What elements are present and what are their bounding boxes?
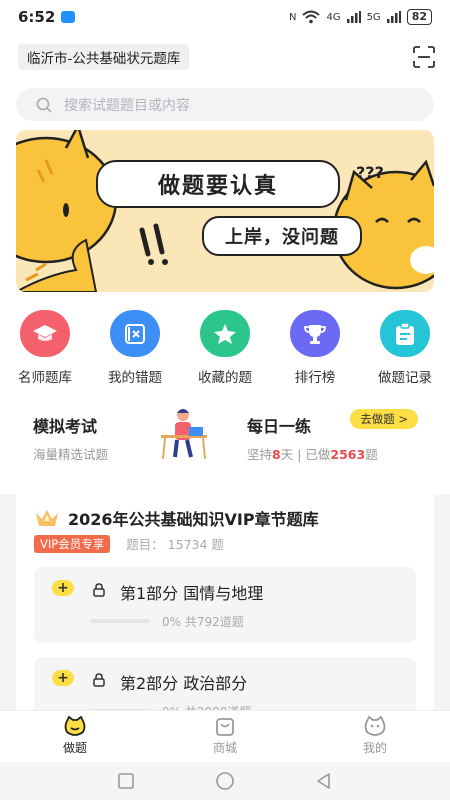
svg-text:???: ???: [356, 163, 384, 182]
quick-links: 名师题库 我的错题 收藏的题 排行榜 做题记录: [0, 310, 450, 386]
daily-days-unit: 天 | 已做: [280, 447, 331, 462]
signal-icon: [346, 11, 361, 23]
location-selector[interactable]: 临沂市-公共基础状元题库: [18, 44, 190, 70]
search-placeholder: 搜索试题题目或内容: [64, 97, 190, 114]
quick-link-teacher-bank[interactable]: 名师题库: [2, 310, 88, 386]
status-time: 6:52: [18, 8, 56, 26]
promo-banner[interactable]: ??? 做题要认真 上岸，没问题: [16, 130, 434, 292]
signal-5g: 5G: [366, 11, 381, 23]
quick-link-history[interactable]: 做题记录: [362, 310, 448, 386]
banner-slogan-2: 上岸，没问题: [202, 216, 362, 256]
status-indicators: N 4G 5G 82: [289, 9, 432, 25]
back-icon[interactable]: [315, 772, 333, 790]
star-book-icon: [200, 310, 250, 357]
quick-link-leaderboard[interactable]: 排行榜: [272, 310, 358, 386]
vip-title-row: 2026年公共基础知识VIP章节题库: [34, 506, 434, 530]
profile-face-icon: [364, 715, 386, 736]
bottom-tab-bar: 做题 商城 我的: [0, 710, 450, 762]
mock-exam-card[interactable]: 模拟考试 海量精选试题: [16, 397, 219, 469]
signal-4g: 4G: [326, 11, 341, 23]
quick-link-label: 做题记录: [378, 370, 432, 386]
practice-face-icon: [64, 715, 86, 736]
expand-plus-icon[interactable]: +: [52, 670, 74, 686]
expand-plus-icon[interactable]: +: [52, 580, 74, 596]
battery-indicator: 82: [406, 9, 432, 25]
quick-link-label: 收藏的题: [198, 370, 252, 386]
vip-chapter-bank: 2026年公共基础知识VIP章节题库 VIP会员专享 题目： 15734 题 +…: [16, 488, 434, 718]
question-count: 题目： 15734 题: [126, 537, 224, 552]
nfc-icon: N: [288, 11, 297, 23]
tab-label: 做题: [62, 741, 87, 755]
trophy-icon: [290, 310, 340, 357]
clipboard-icon: [380, 310, 430, 357]
daily-done: 2563: [330, 447, 366, 462]
shopping-bag-icon: [216, 718, 234, 736]
student-desk-illustration: [161, 409, 207, 460]
daily-days: 8: [272, 447, 281, 462]
chapter-item[interactable]: + 第1部分 国情与地理 0% 共792道题: [34, 567, 416, 643]
tab-practice[interactable]: 做题: [30, 715, 120, 756]
scan-icon[interactable]: [412, 45, 436, 69]
daily-done-unit: 题: [365, 447, 378, 462]
status-bar: 6:52 N 4G 5G 82: [0, 0, 450, 34]
tab-shop[interactable]: 商城: [180, 715, 270, 756]
daily-practice-card[interactable]: 每日一练 坚持8天 | 已做2563题 去做题 >: [230, 397, 434, 469]
search-input[interactable]: 搜索试题题目或内容: [16, 88, 434, 121]
header: 临沂市-公共基础状元题库: [18, 44, 436, 70]
system-nav-bar: [0, 762, 450, 800]
recent-apps-icon[interactable]: [117, 772, 135, 790]
lock-icon: [93, 673, 105, 687]
lock-icon: [93, 583, 105, 597]
chapter-item[interactable]: + 第2部分 政治部分 0% 共2000道题: [34, 657, 416, 718]
banner-slogan-1: 做题要认真: [96, 160, 340, 208]
vip-bank-title: 2026年公共基础知识VIP章节题库: [68, 510, 319, 529]
search-icon: [36, 97, 52, 113]
quick-link-label: 名师题库: [18, 370, 72, 386]
quick-link-label: 排行榜: [294, 370, 336, 386]
chapter-title: 第1部分 国情与地理: [120, 584, 264, 603]
tab-profile[interactable]: 我的: [330, 715, 420, 756]
quick-link-favorites[interactable]: 收藏的题: [182, 310, 268, 386]
cat-illustration: ???: [16, 130, 434, 292]
quick-link-wrong-questions[interactable]: 我的错题: [92, 310, 178, 386]
message-icon: [61, 11, 76, 23]
progress-bar: [90, 619, 150, 623]
graduation-cap-icon: [20, 310, 70, 357]
wrong-book-icon: [110, 310, 160, 357]
chapter-progress: 0% 共792道题: [162, 615, 244, 629]
vip-badge: VIP会员专享: [34, 534, 111, 553]
daily-prefix: 坚持: [247, 447, 273, 462]
tab-label: 商城: [212, 741, 237, 755]
daily-stats: 坚持8天 | 已做2563题: [247, 444, 434, 463]
signal-icon-2: [386, 11, 401, 23]
quick-link-label: 我的错题: [108, 370, 162, 386]
wifi-icon: [302, 10, 321, 24]
crown-icon: [36, 510, 58, 526]
vip-meta: VIP会员专享 题目： 15734 题: [34, 534, 434, 553]
home-icon[interactable]: [215, 771, 235, 791]
go-practice-button[interactable]: 去做题 >: [350, 409, 418, 429]
tab-label: 我的: [362, 741, 387, 755]
chapter-title: 第2部分 政治部分: [120, 674, 248, 693]
